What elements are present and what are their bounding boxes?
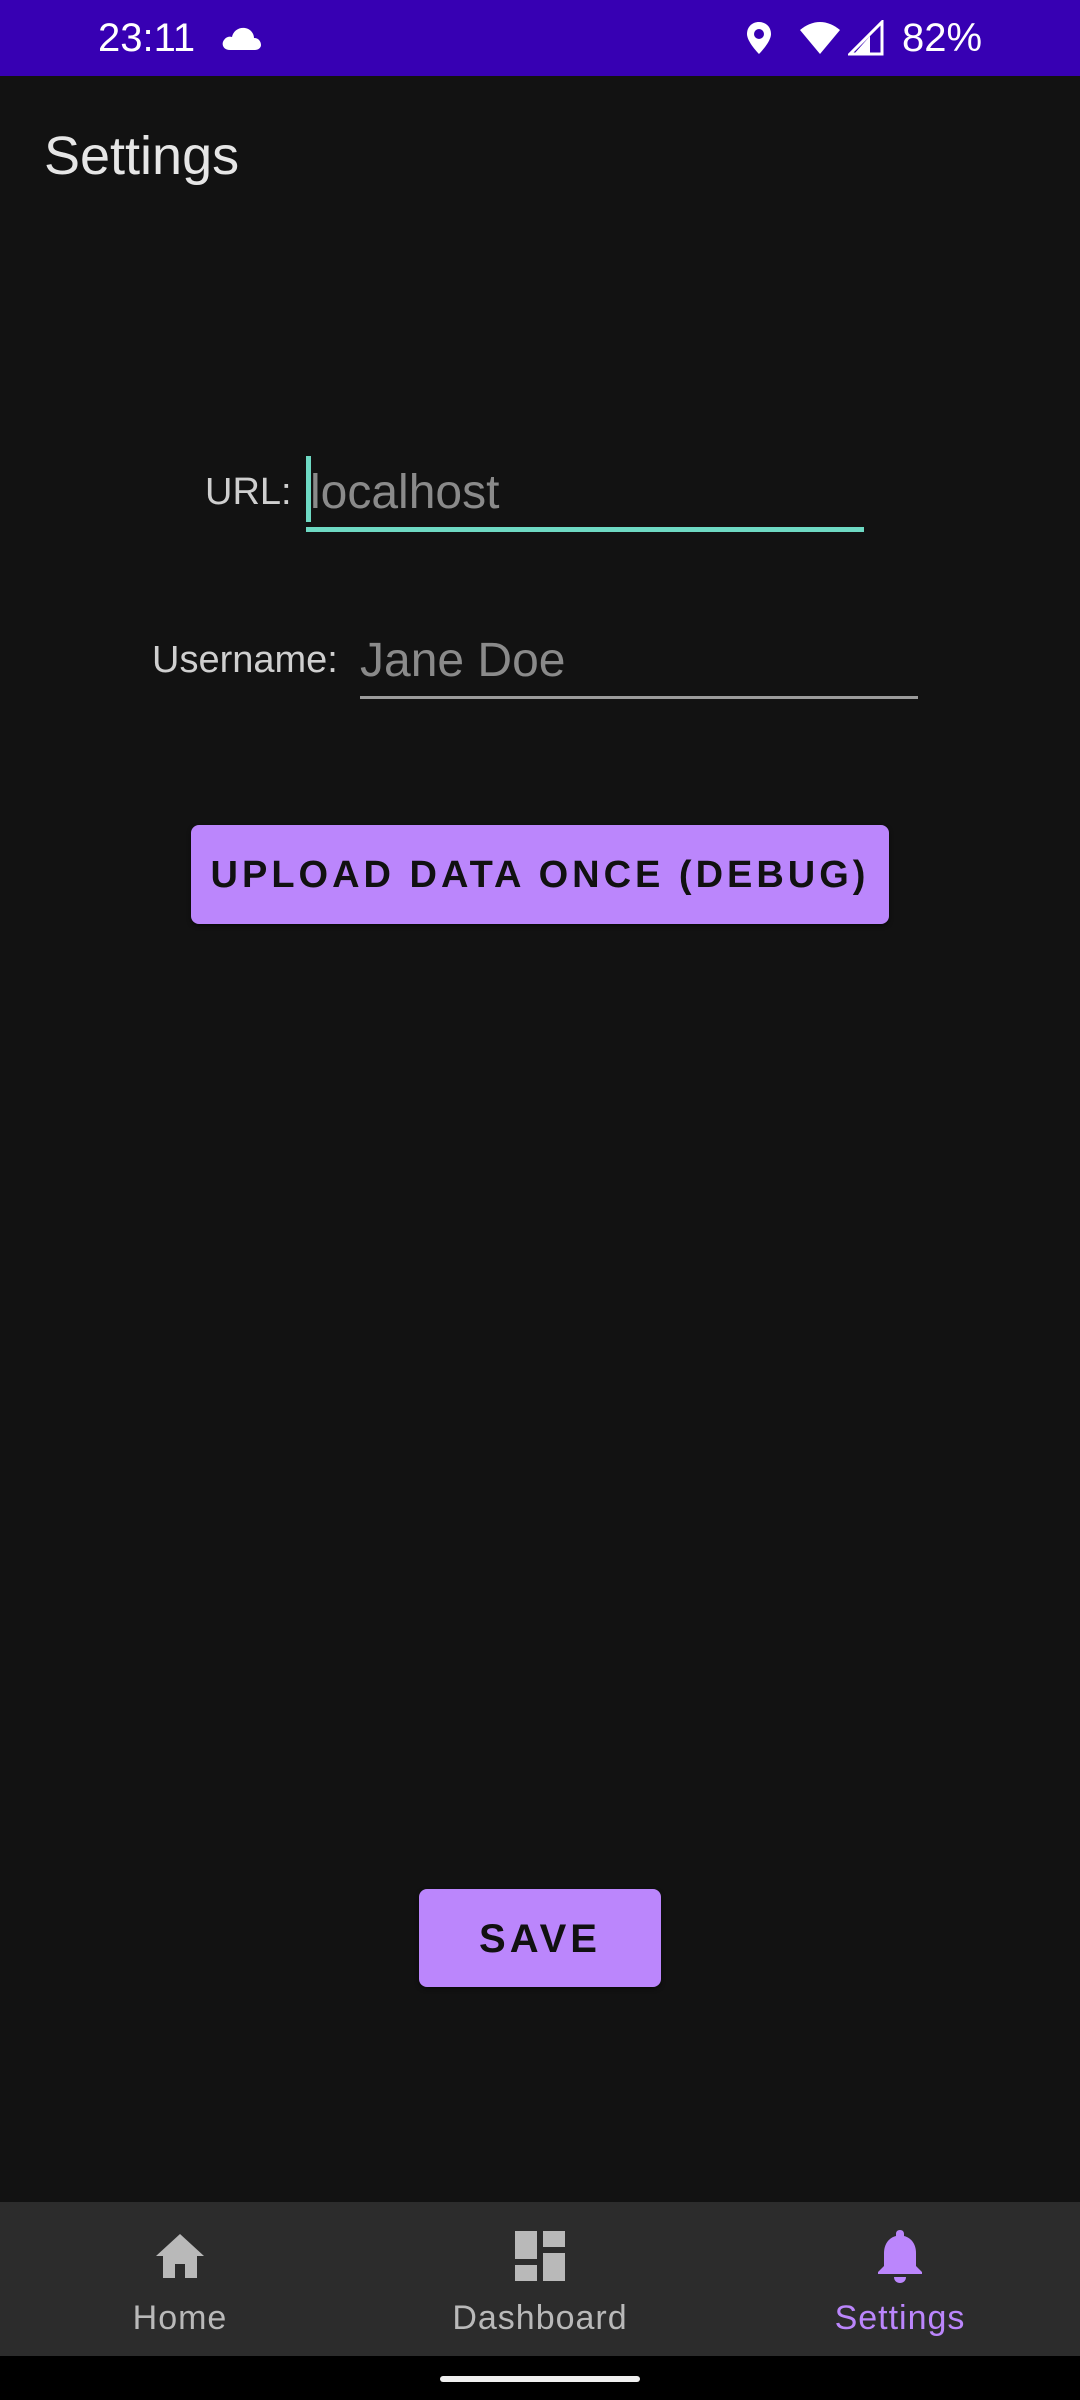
- bell-icon: [878, 2230, 922, 2283]
- wifi-icon: [800, 22, 840, 54]
- url-label: URL:: [205, 471, 292, 513]
- settings-screen: 23:11 82% Settings URL: Username: UPLOAD…: [0, 0, 1080, 2400]
- home-gesture-handle[interactable]: [440, 2376, 640, 2382]
- nav-label-dashboard: Dashboard: [452, 2299, 628, 2337]
- nav-label-settings: Settings: [834, 2299, 966, 2337]
- battery-percentage: 82%: [902, 16, 983, 60]
- system-navigation-bar: [0, 2356, 1080, 2400]
- save-button[interactable]: SAVE: [419, 1889, 661, 1987]
- url-input[interactable]: [310, 462, 860, 522]
- home-icon: [156, 2234, 204, 2278]
- nav-label-home: Home: [132, 2299, 228, 2337]
- dashboard-icon: [515, 2231, 565, 2281]
- upload-data-once-button[interactable]: UPLOAD DATA ONCE (DEBUG): [191, 825, 889, 924]
- username-underline: [360, 696, 918, 699]
- page-title: Settings: [44, 126, 240, 186]
- bottom-navigation: Home Dashboard Settings: [0, 2202, 1080, 2356]
- nav-item-home[interactable]: Home: [0, 2202, 360, 2356]
- status-time: 23:11: [98, 16, 196, 60]
- username-input[interactable]: [360, 630, 915, 690]
- text-cursor: [306, 456, 311, 522]
- nav-item-settings[interactable]: Settings: [720, 2202, 1080, 2356]
- status-bar: 23:11 82%: [0, 0, 1080, 76]
- nav-item-dashboard[interactable]: Dashboard: [360, 2202, 720, 2356]
- location-icon: [747, 22, 771, 54]
- cloud-icon: [222, 27, 261, 50]
- signal-icon: [848, 20, 884, 56]
- url-underline: [306, 527, 864, 532]
- username-label: Username:: [152, 639, 338, 681]
